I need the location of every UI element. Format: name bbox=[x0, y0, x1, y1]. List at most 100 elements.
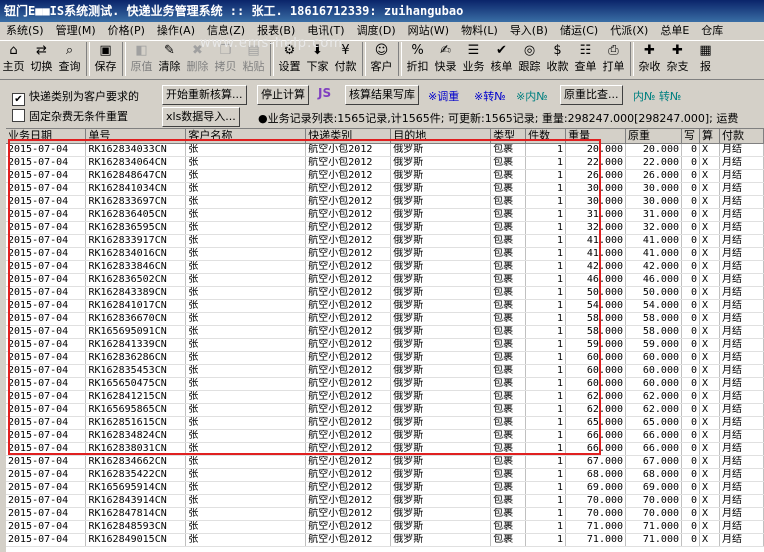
table-row[interactable]: 2015-07-04 RK162834824CN 张航空小包2012 俄罗斯 包裹 1 66… bbox=[6, 429, 764, 443]
customer-request-checkbox[interactable]: ✔ 快递类别为客户要求的 bbox=[12, 88, 139, 106]
menu-item-10[interactable]: 导入(B) bbox=[504, 22, 554, 40]
table-cell: 1 bbox=[525, 325, 567, 339]
table-row[interactable]: 2015-07-04 RK162835422CN 张航空小包2012 俄罗斯 包裹 1 68… bbox=[6, 468, 764, 482]
column-header[interactable]: 件数 bbox=[525, 129, 567, 144]
table-row[interactable]: 2015-07-04 RK162833846CN 张航空小包2012 俄罗斯 包裹 1 42… bbox=[6, 260, 764, 274]
menu-item-12[interactable]: 代派(X) bbox=[604, 22, 654, 40]
table-row[interactable]: 2015-07-04 RK162836595CN 张航空小包2012 俄罗斯 包裹 1 32… bbox=[6, 221, 764, 235]
table-row[interactable]: 2015-07-04 RK165695914CN 张航空小包2012 俄罗斯 包裹 1 69… bbox=[6, 481, 764, 495]
menu-item-14[interactable]: 仓库 bbox=[695, 22, 729, 40]
table-row[interactable]: 2015-07-04 RK162836286CN 张航空小包2012 俄罗斯 包裹 1 60… bbox=[6, 351, 764, 365]
column-header[interactable]: 原重 bbox=[625, 129, 682, 144]
compare-weight-button[interactable]: 原重比查... bbox=[560, 85, 623, 105]
table-cell: 航空小包2012 bbox=[305, 208, 392, 222]
transfer-number-link[interactable]: ※转№ bbox=[474, 88, 506, 104]
toolbar-button-business[interactable]: ☰ 业务 bbox=[460, 41, 487, 77]
toolbar-button-revert[interactable]: ◧ 原值 bbox=[128, 41, 155, 77]
table-row[interactable]: 2015-07-04 RK162836405CN 张航空小包2012 俄罗斯 包裹 1 31… bbox=[6, 208, 764, 222]
toolbar-button-verify[interactable]: ✔ 核单 bbox=[488, 41, 515, 77]
menu-item-7[interactable]: 调度(D) bbox=[351, 22, 402, 40]
stop-calc-button[interactable]: 停止计算 bbox=[257, 85, 309, 105]
table-row[interactable]: 2015-07-04 RK162833917CN 张航空小包2012 俄罗斯 包裹 1 41… bbox=[6, 234, 764, 248]
menu-item-13[interactable]: 总单E bbox=[654, 22, 695, 40]
toolbar-button-receive[interactable]: $ 收款 bbox=[544, 41, 571, 77]
fixed-fee-checkbox[interactable]: 固定杂费无条件重置 bbox=[12, 108, 128, 124]
table-row[interactable]: 2015-07-04 RK162838031CN 张航空小包2012 俄罗斯 包裹 1 66… bbox=[6, 442, 764, 456]
table-row[interactable]: 2015-07-04 RK162835453CN 张航空小包2012 俄罗斯 包裹 1 60… bbox=[6, 364, 764, 378]
menu-item-2[interactable]: 价格(P) bbox=[102, 22, 151, 40]
menu-item-1[interactable]: 管理(M) bbox=[50, 22, 102, 40]
column-header[interactable]: 客户名称 bbox=[185, 129, 307, 144]
menu-item-8[interactable]: 网站(W) bbox=[402, 22, 455, 40]
toolbar-button-print[interactable]: ⎙ 打单 bbox=[600, 41, 627, 77]
adjust-weight-link[interactable]: ※调重 bbox=[428, 88, 459, 104]
table-row[interactable]: 2015-07-04 RK162847814CN 张航空小包2012 俄罗斯 包裹 1 70… bbox=[6, 507, 764, 521]
table-cell: X bbox=[699, 390, 720, 404]
table-cell: X bbox=[699, 195, 720, 209]
table-cell: 包裹 bbox=[490, 377, 527, 391]
toolbar-button-misc-receive[interactable]: ✚ 杂收 bbox=[636, 41, 663, 77]
toolbar-button-track[interactable]: ◎ 跟踪 bbox=[516, 41, 543, 77]
table-cell: 0 bbox=[681, 455, 700, 469]
toolbar-button-switch[interactable]: ⇄ 切换 bbox=[28, 41, 55, 77]
table-row[interactable]: 2015-07-04 RK165695865CN 张航空小包2012 俄罗斯 包裹 1 62… bbox=[6, 403, 764, 417]
table-row[interactable]: 2015-07-04 RK162848593CN 张航空小包2012 俄罗斯 包裹 1 71… bbox=[6, 520, 764, 534]
column-header[interactable]: 算 bbox=[699, 129, 720, 144]
table-cell: 张 bbox=[185, 312, 307, 326]
column-header[interactable]: 业务日期 bbox=[6, 129, 87, 144]
toolbar-button-search[interactable]: ⌕ 查询 bbox=[56, 41, 83, 77]
table-cell: 2015-07-04 bbox=[6, 494, 87, 508]
toolbar-button-query-order[interactable]: ☷ 查单 bbox=[572, 41, 599, 77]
table-row[interactable]: 2015-07-04 RK162843389CN 张航空小包2012 俄罗斯 包裹 1 50… bbox=[6, 286, 764, 300]
column-header[interactable]: 重量 bbox=[565, 129, 627, 144]
receive-icon: $ bbox=[553, 43, 562, 58]
table-cell: 66.000 bbox=[625, 429, 682, 443]
table-row[interactable]: 2015-07-04 RK162836670CN 张航空小包2012 俄罗斯 包裹 1 58… bbox=[6, 312, 764, 326]
toolbar-button-save[interactable]: ▣ 保存 bbox=[92, 41, 119, 77]
toolbar-button-clear[interactable]: ✎ 清除 bbox=[156, 41, 183, 77]
menu-item-11[interactable]: 储运(C) bbox=[554, 22, 604, 40]
inner-number-link[interactable]: ※内№ bbox=[516, 88, 548, 104]
toolbar-button-home[interactable]: ⌂ 主页 bbox=[0, 41, 27, 77]
table-row[interactable]: 2015-07-04 RK162836502CN 张航空小包2012 俄罗斯 包裹 1 46… bbox=[6, 273, 764, 287]
toolbar-button-misc-pay[interactable]: ✚ 杂支 bbox=[664, 41, 691, 77]
table-row[interactable]: 2015-07-04 RK162848647CN 张航空小包2012 俄罗斯 包裹 1 26… bbox=[6, 169, 764, 183]
table-row[interactable]: 2015-07-04 RK162849015CN 张航空小包2012 俄罗斯 包裹 1 71… bbox=[6, 533, 764, 547]
revert-icon: ◧ bbox=[135, 43, 148, 58]
toolbar-button-customer[interactable]: ☺ 客户 bbox=[368, 41, 395, 77]
table-cell: 包裹 bbox=[490, 429, 527, 443]
menu-item-9[interactable]: 物料(L) bbox=[455, 22, 504, 40]
toolbar-button-discount[interactable]: % 折扣 bbox=[404, 41, 431, 77]
toolbar-button-quick-entry[interactable]: ✍ 快录 bbox=[432, 41, 459, 77]
table-row[interactable]: 2015-07-04 RK162841017CN 张航空小包2012 俄罗斯 包裹 1 54… bbox=[6, 299, 764, 313]
table-cell: 包裹 bbox=[490, 260, 527, 274]
table-row[interactable]: 2015-07-04 RK162851615CN 张航空小包2012 俄罗斯 包裹 1 65… bbox=[6, 416, 764, 430]
toolbar-label: 查单 bbox=[574, 60, 597, 73]
table-row[interactable]: 2015-07-04 RK162834662CN 张航空小包2012 俄罗斯 包裹 1 67… bbox=[6, 455, 764, 469]
table-row[interactable]: 2015-07-04 RK162841215CN 张航空小包2012 俄罗斯 包裹 1 62… bbox=[6, 390, 764, 404]
table-row[interactable]: 2015-07-04 RK162843914CN 张航空小包2012 俄罗斯 包裹 1 70… bbox=[6, 494, 764, 508]
table-cell: 航空小包2012 bbox=[305, 455, 392, 469]
column-header[interactable]: 付款 bbox=[719, 129, 764, 144]
table-cell: 包裹 bbox=[490, 182, 527, 196]
menu-item-3[interactable]: 操作(A) bbox=[151, 22, 201, 40]
table-row[interactable]: 2015-07-04 RK162841034CN 张航空小包2012 俄罗斯 包裹 1 30… bbox=[6, 182, 764, 196]
toolbar-button-report[interactable]: ▦ 报 bbox=[692, 41, 719, 77]
menu-item-0[interactable]: 系统(S) bbox=[0, 22, 50, 40]
data-grid[interactable]: 业务日期 单号 客户名称 快递类别 目的地 类型 件数 重量 原重写算付款 2015-07-04… bbox=[6, 128, 764, 552]
column-header[interactable]: 快递类别 bbox=[305, 129, 392, 144]
xls-import-button[interactable]: xls数据导入... bbox=[162, 107, 240, 127]
table-row[interactable]: 2015-07-04 RK165650475CN 张航空小包2012 俄罗斯 包裹 1 60… bbox=[6, 377, 764, 391]
table-row[interactable]: 2015-07-04 RK162833697CN 张航空小包2012 俄罗斯 包裹 1 30… bbox=[6, 195, 764, 209]
table-row[interactable]: 2015-07-04 RK162841339CN 张航空小包2012 俄罗斯 包裹 1 59… bbox=[6, 338, 764, 352]
column-header[interactable]: 目的地 bbox=[390, 129, 492, 144]
column-header[interactable]: 类型 bbox=[490, 129, 527, 144]
column-header[interactable]: 单号 bbox=[85, 129, 187, 144]
table-row[interactable]: 2015-07-04 RK162834033CN 张航空小包2012 俄罗斯 包裹 1 20… bbox=[6, 143, 764, 157]
table-row[interactable]: 2015-07-04 RK162834016CN 张航空小包2012 俄罗斯 包裹 1 41… bbox=[6, 247, 764, 261]
table-row[interactable]: 2015-07-04 RK162834064CN 张航空小包2012 俄罗斯 包裹 1 22… bbox=[6, 156, 764, 170]
recheck-button[interactable]: 开始重新核算... bbox=[162, 85, 247, 105]
write-result-button[interactable]: 核算结果写库 bbox=[345, 85, 419, 105]
column-header[interactable]: 写 bbox=[681, 129, 700, 144]
table-row[interactable]: 2015-07-04 RK165695091CN 张航空小包2012 俄罗斯 包裹 1 58… bbox=[6, 325, 764, 339]
